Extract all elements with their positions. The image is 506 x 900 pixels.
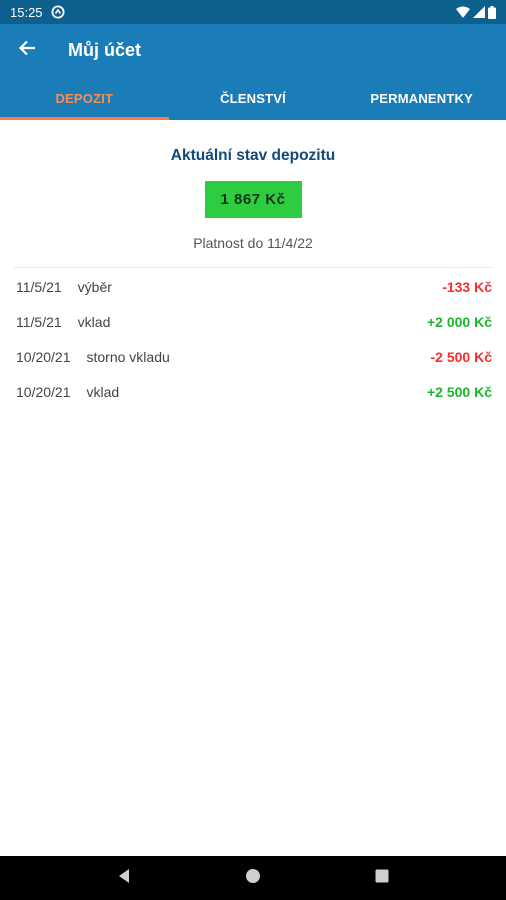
status-bar: 15:25 bbox=[0, 0, 506, 24]
signal-icon bbox=[473, 6, 485, 18]
tab-bar: DEPOZIT ČLENSTVÍ PERMANENTKY bbox=[0, 76, 506, 120]
transaction-amount: -133 Kč bbox=[442, 278, 492, 295]
transaction-description: vklad bbox=[77, 313, 111, 330]
tab-depozit[interactable]: DEPOZIT bbox=[0, 76, 169, 120]
transaction-list: 11/5/21 výběr -133 Kč 11/5/21 vklad +2 0… bbox=[0, 269, 506, 409]
transaction-amount: +2 500 Kč bbox=[427, 383, 492, 400]
transaction-date: 10/20/21 bbox=[16, 383, 71, 400]
transaction-row: 10/20/21 vklad +2 500 Kč bbox=[0, 374, 506, 409]
transaction-row: 10/20/21 storno vkladu -2 500 Kč bbox=[0, 339, 506, 374]
tab-permanentky[interactable]: PERMANENTKY bbox=[337, 76, 506, 120]
wifi-icon bbox=[456, 6, 470, 18]
notification-icon bbox=[51, 5, 65, 19]
triangle-back-icon bbox=[117, 868, 131, 889]
square-recents-icon bbox=[375, 869, 389, 888]
transaction-row: 11/5/21 výběr -133 Kč bbox=[0, 269, 506, 304]
transaction-date: 10/20/21 bbox=[16, 348, 71, 365]
divider bbox=[14, 267, 492, 268]
transaction-description: výběr bbox=[77, 278, 112, 295]
deposit-heading: Aktuální stav depozitu bbox=[170, 147, 336, 164]
circle-home-icon bbox=[245, 868, 261, 889]
app-bar: Můj účet bbox=[0, 24, 506, 76]
back-button[interactable] bbox=[0, 24, 54, 76]
transaction-row: 11/5/21 vklad +2 000 Kč bbox=[0, 304, 506, 339]
battery-icon bbox=[488, 5, 496, 19]
nav-back-button[interactable] bbox=[104, 858, 144, 898]
transaction-date: 11/5/21 bbox=[16, 313, 62, 330]
nav-recents-button[interactable] bbox=[362, 858, 402, 898]
page-title: Můj účet bbox=[68, 39, 142, 60]
tab-clenstvi[interactable]: ČLENSTVÍ bbox=[169, 76, 338, 120]
transaction-description: vklad bbox=[86, 383, 120, 400]
arrow-left-icon bbox=[18, 39, 36, 62]
system-nav-bar bbox=[0, 856, 506, 900]
status-time: 15:25 bbox=[10, 4, 43, 20]
transaction-description: storno vkladu bbox=[86, 348, 170, 365]
deposit-validity: Platnost do 11/4/22 bbox=[193, 235, 313, 251]
transaction-date: 11/5/21 bbox=[16, 278, 62, 295]
nav-home-button[interactable] bbox=[233, 858, 273, 898]
deposit-panel: Aktuální stav depozitu 1 867 Kč Platnost… bbox=[0, 120, 506, 409]
deposit-balance-badge: 1 867 Kč bbox=[204, 181, 302, 218]
transaction-amount: +2 000 Kč bbox=[427, 313, 492, 330]
transaction-amount: -2 500 Kč bbox=[430, 348, 492, 365]
